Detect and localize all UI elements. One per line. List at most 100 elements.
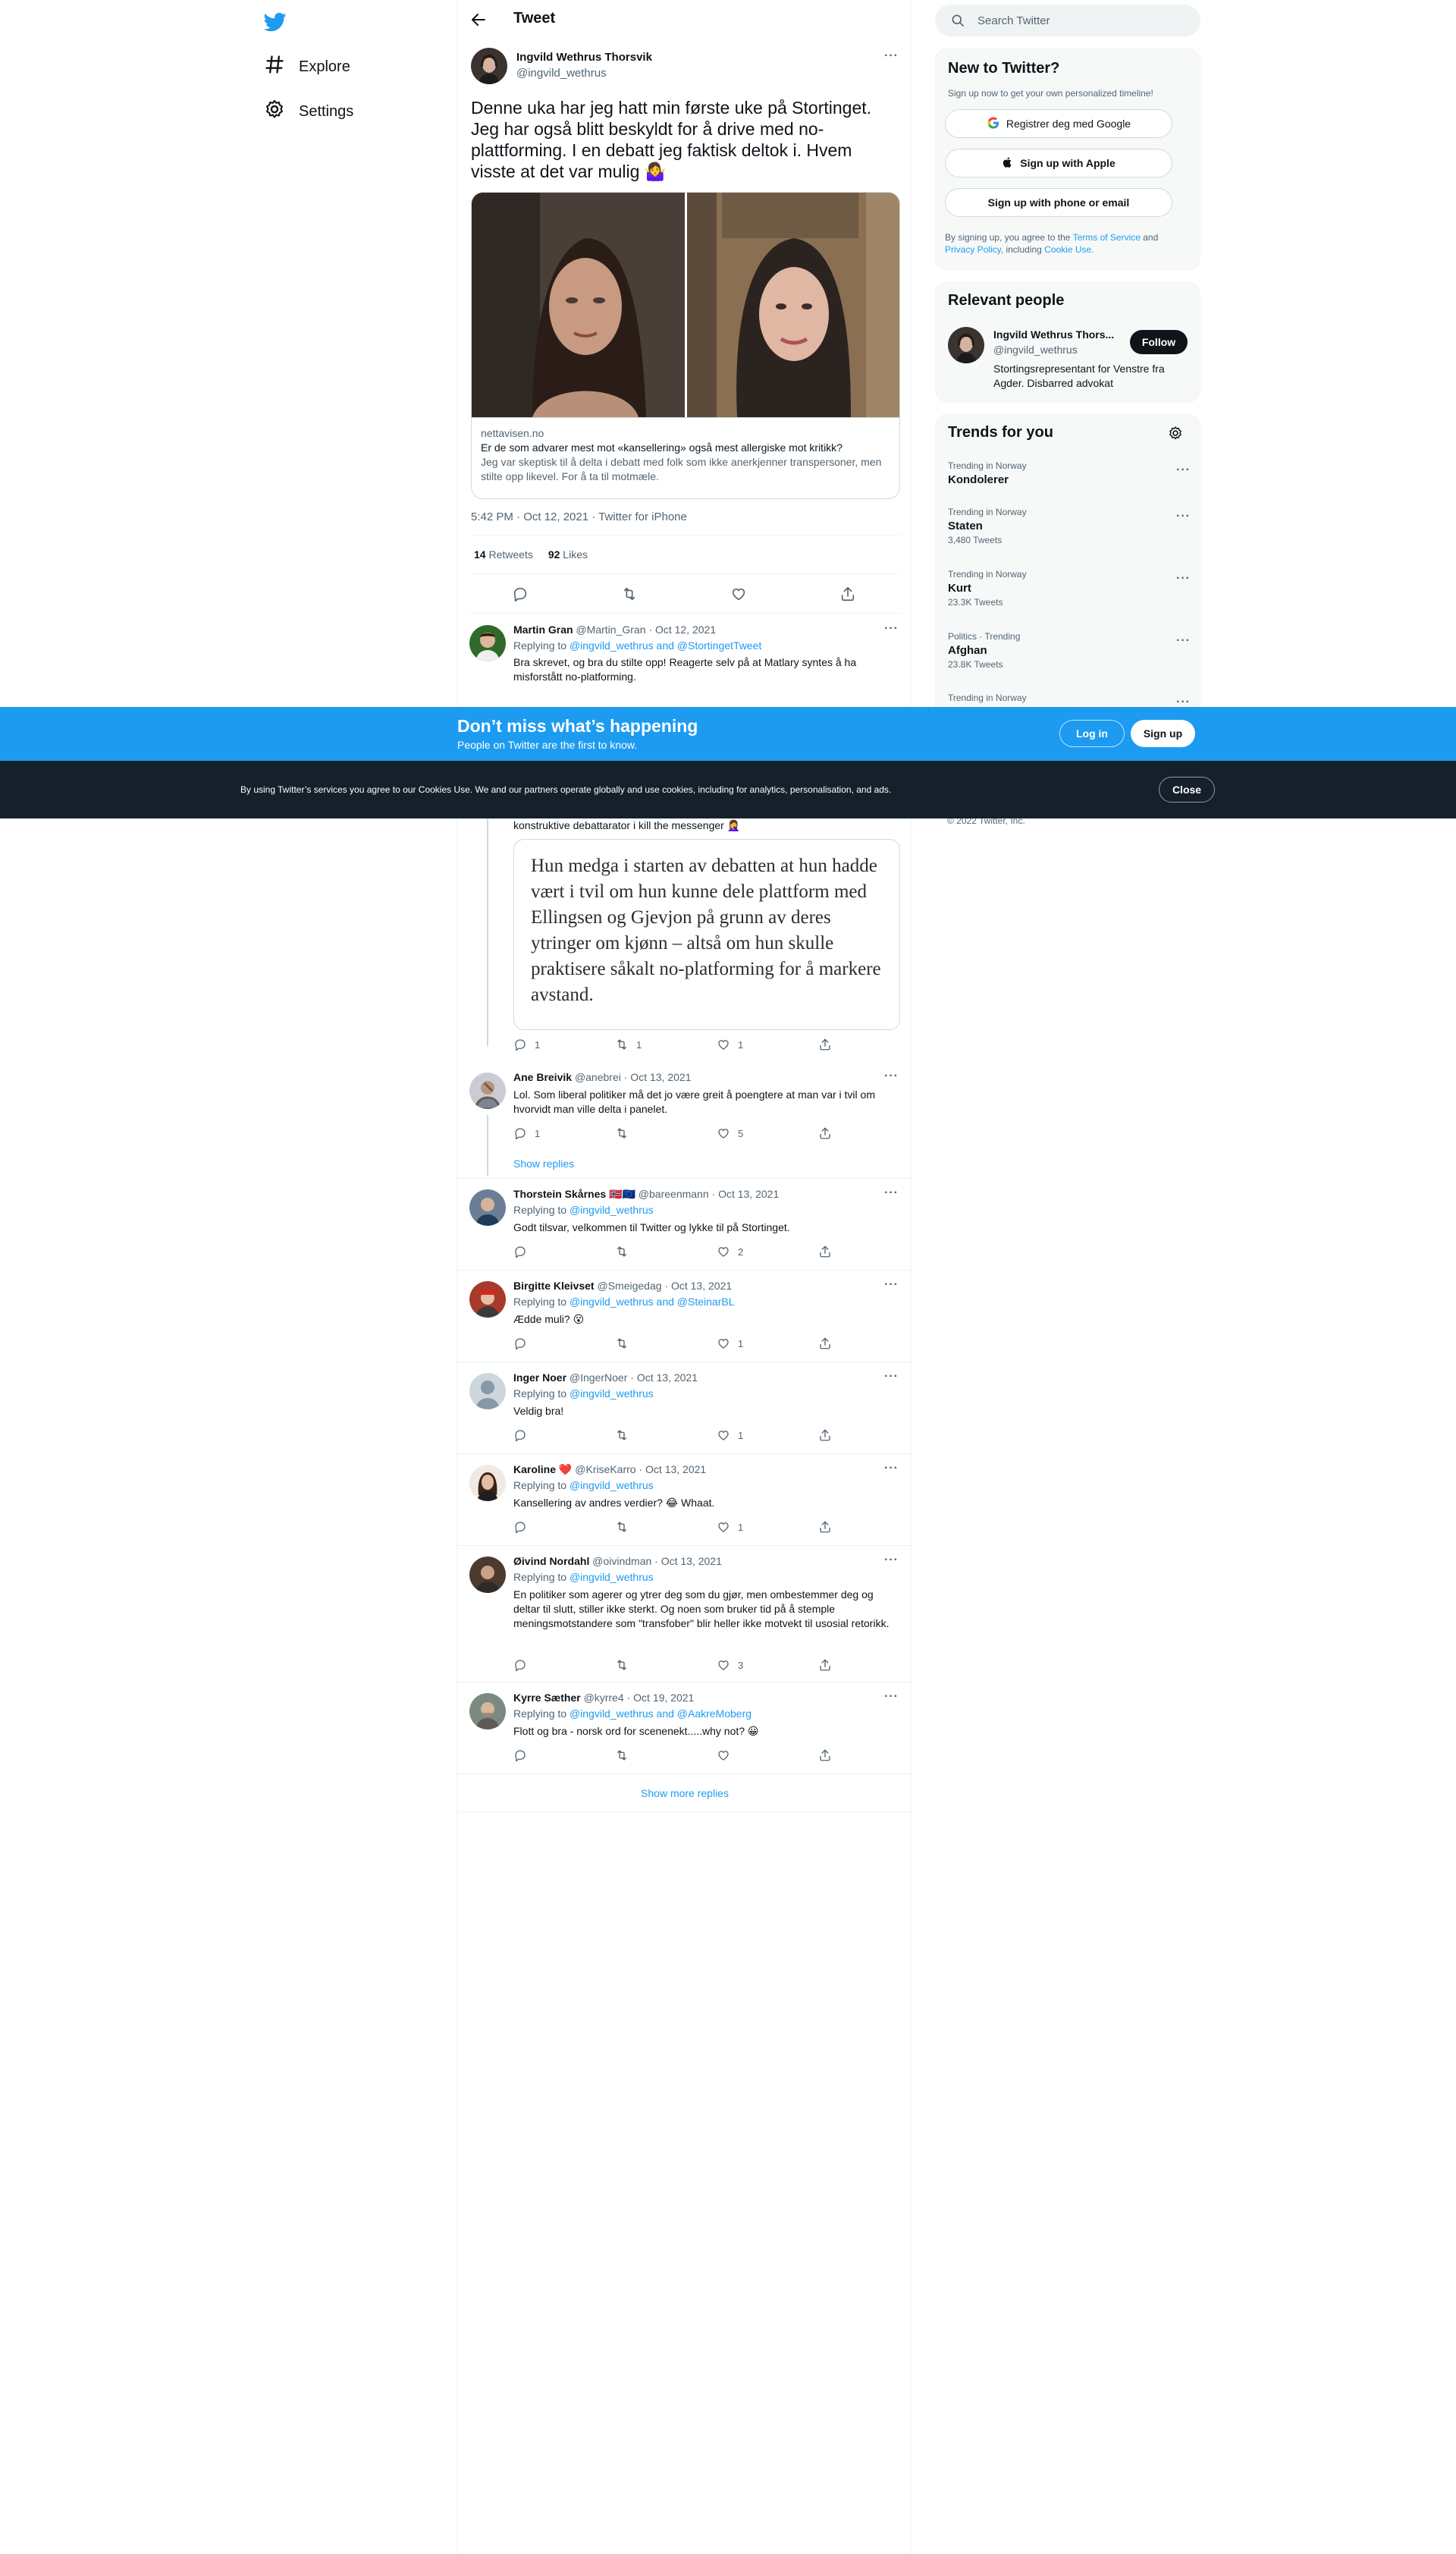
more-options-icon[interactable]: ··· <box>884 1462 899 1475</box>
reply-author-name[interactable]: Karoline ❤️ <box>513 1463 572 1475</box>
trend-item[interactable]: Trending in Norway ··· <box>948 693 1191 708</box>
author-handle[interactable]: @ingvild_wethrus <box>516 67 607 80</box>
reply-avatar[interactable] <box>469 1465 506 1501</box>
reply-tweet[interactable]: Karoline ❤️ @KriseKarro · Oct 13, 2021 ·… <box>457 1454 912 1546</box>
show-more-replies-link[interactable]: Show more replies <box>641 1787 729 1799</box>
more-options-icon[interactable]: ··· <box>1176 572 1191 586</box>
replying-to-link[interactable]: @ingvild_wethrus <box>570 1479 654 1491</box>
reply-author-name[interactable]: Birgitte Kleivset <box>513 1280 595 1292</box>
like-icon[interactable] <box>730 586 747 602</box>
reply-action[interactable] <box>513 1337 535 1350</box>
share-action[interactable] <box>818 1520 832 1534</box>
retweets-stat[interactable]: 14 Retweets <box>474 548 533 561</box>
like-action[interactable]: 1 <box>717 1428 743 1442</box>
like-action[interactable]: 5 <box>717 1126 743 1140</box>
reply-tweet[interactable]: Inger Noer @IngerNoer · Oct 13, 2021 ···… <box>457 1362 912 1454</box>
reply-author-name[interactable]: Øivind Nordahl <box>513 1555 589 1567</box>
trends-settings-gear-icon[interactable] <box>1168 426 1183 445</box>
like-action[interactable]: 1 <box>717 1337 743 1350</box>
reply-action[interactable] <box>513 1658 535 1672</box>
reply-avatar[interactable] <box>469 1073 506 1109</box>
more-options-icon[interactable]: ··· <box>884 1553 899 1567</box>
more-options-icon[interactable]: ··· <box>1176 510 1191 523</box>
retweet-action[interactable] <box>615 1748 636 1762</box>
reply-avatar[interactable] <box>469 1281 506 1318</box>
follow-button[interactable]: Follow <box>1130 330 1188 354</box>
tweet-timestamp[interactable]: 5:42 PM · Oct 12, 2021 · Twitter for iPh… <box>471 510 687 523</box>
retweet-action[interactable] <box>615 1126 636 1140</box>
reply-author-handle[interactable]: @bareenmann <box>639 1188 709 1200</box>
reply-date[interactable]: · Oct 12, 2021 <box>648 624 716 636</box>
reply-avatar[interactable] <box>469 1189 506 1226</box>
login-button[interactable]: Log in <box>1059 720 1125 747</box>
reply-date[interactable]: · Oct 13, 2021 <box>630 1371 698 1384</box>
reply-action[interactable] <box>513 1428 535 1442</box>
reply-date[interactable]: · Oct 19, 2021 <box>627 1692 695 1704</box>
privacy-link[interactable]: Privacy Policy <box>945 244 1001 255</box>
reply-date[interactable]: · Oct 13, 2021 <box>624 1071 692 1083</box>
like-action[interactable] <box>717 1748 738 1762</box>
reply-avatar[interactable] <box>469 1557 506 1593</box>
signup-button[interactable]: Sign up <box>1131 720 1195 747</box>
more-options-icon[interactable]: ··· <box>884 1070 899 1083</box>
apple-signup-button[interactable]: Sign up with Apple <box>945 149 1172 177</box>
replying-to-link[interactable]: @ingvild_wethrus <box>570 1204 654 1216</box>
trend-item[interactable]: Trending in Norway Staten 3,480 Tweets ·… <box>948 507 1191 545</box>
reply-author-handle[interactable]: @Martin_Gran <box>576 624 645 636</box>
reply-action[interactable] <box>513 1520 535 1534</box>
reply-tweet[interactable]: Martin Gran @Martin_Gran · Oct 12, 2021 … <box>457 614 912 713</box>
retweet-action[interactable] <box>615 1658 636 1672</box>
likes-stat[interactable]: 92 Likes <box>548 548 588 561</box>
reply-author-handle[interactable]: @KriseKarro <box>575 1463 635 1475</box>
like-action[interactable]: 2 <box>717 1245 743 1258</box>
share-action[interactable] <box>818 1126 832 1140</box>
more-options-icon[interactable]: ··· <box>884 1690 899 1704</box>
show-more-replies-row[interactable]: Show more replies <box>457 1774 912 1812</box>
reply-tweet[interactable]: Øivind Nordahl @oivindman · Oct 13, 2021… <box>457 1546 912 1682</box>
reply-tweet[interactable]: Kyrre Sæther @kyrre4 · Oct 19, 2021 ··· … <box>457 1682 912 1774</box>
reply-author-handle[interactable]: @kyrre4 <box>584 1692 624 1704</box>
retweet-action[interactable] <box>615 1520 636 1534</box>
reply-date[interactable]: · Oct 13, 2021 <box>654 1555 722 1567</box>
more-options-icon[interactable]: ··· <box>1176 463 1191 477</box>
share-action[interactable] <box>818 1038 832 1051</box>
reply-author-name[interactable]: Ane Breivik <box>513 1071 572 1083</box>
share-icon[interactable] <box>839 586 856 602</box>
reply-action[interactable]: 1 <box>513 1038 540 1051</box>
reply-date[interactable]: · Oct 13, 2021 <box>712 1188 780 1200</box>
terms-link[interactable]: Terms of Service <box>1073 232 1141 243</box>
share-action[interactable] <box>818 1245 832 1258</box>
more-options-icon[interactable]: ··· <box>884 1370 899 1384</box>
like-action[interactable]: 1 <box>717 1038 743 1051</box>
share-action[interactable] <box>818 1428 832 1442</box>
reply-author-handle[interactable]: @anebrei <box>575 1071 621 1083</box>
retweet-action[interactable] <box>615 1245 636 1258</box>
trend-item[interactable]: Trending in Norway Kurt 23.3K Tweets ··· <box>948 569 1191 608</box>
search-input[interactable]: Search Twitter <box>935 5 1200 36</box>
reply-tweet[interactable]: Birgitte Kleivset @Smeigedag · Oct 13, 2… <box>457 1271 912 1362</box>
twitter-logo-icon[interactable] <box>263 11 287 33</box>
replying-to-link[interactable]: @ingvild_wethrus <box>570 1387 654 1400</box>
more-options-icon[interactable]: ··· <box>1176 634 1191 648</box>
retweet-icon[interactable] <box>621 586 638 602</box>
replying-to-link[interactable]: @ingvild_wethrus and @AakreMoberg <box>570 1707 752 1720</box>
reply-author-name[interactable]: Inger Noer <box>513 1371 566 1384</box>
nav-settings[interactable]: Settings <box>264 99 353 124</box>
reply-avatar[interactable] <box>469 625 506 661</box>
reply-date[interactable]: · Oct 13, 2021 <box>639 1463 706 1475</box>
google-signup-button[interactable]: Registrer deg med Google <box>945 109 1172 138</box>
reply-tweet[interactable]: Thorstein Skårnes 🇳🇴🇪🇺 @bareenmann · Oct… <box>457 1179 912 1271</box>
trend-item[interactable]: Trending in Norway Kondolerer ··· <box>948 460 1191 486</box>
like-action[interactable]: 1 <box>717 1520 743 1534</box>
like-action[interactable]: 3 <box>717 1658 743 1672</box>
nav-explore[interactable]: Explore <box>264 54 350 80</box>
reply-author-name[interactable]: Thorstein Skårnes 🇳🇴🇪🇺 <box>513 1188 635 1200</box>
reply-author-name[interactable]: Martin Gran <box>513 624 573 636</box>
retweet-action[interactable] <box>615 1337 636 1350</box>
more-options-icon[interactable]: ··· <box>884 1278 899 1292</box>
reply-avatar[interactable] <box>469 1373 506 1409</box>
back-arrow-icon[interactable] <box>469 11 488 29</box>
cookie-close-button[interactable]: Close <box>1159 777 1215 803</box>
retweet-action[interactable]: 1 <box>615 1038 642 1051</box>
replying-to-link[interactable]: @ingvild_wethrus and @SteinarBL <box>570 1296 735 1308</box>
